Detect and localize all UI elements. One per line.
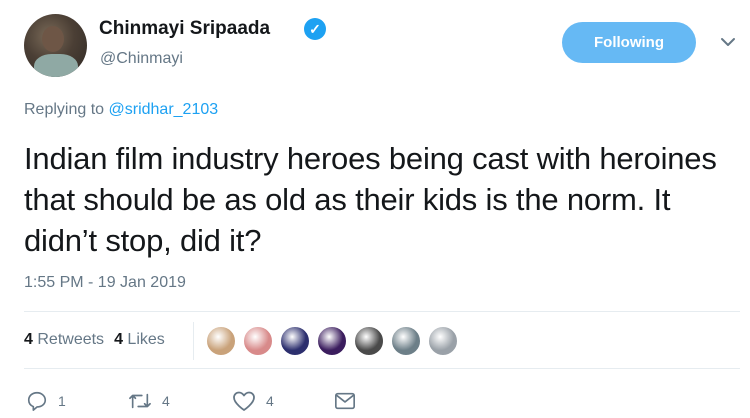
reply-context: Replying to @sridhar_2103	[24, 101, 218, 119]
tweet-stats: 4 Retweets 4 Likes	[24, 331, 165, 349]
liker-avatar[interactable]	[390, 325, 422, 357]
reply-prefix: Replying to	[24, 101, 109, 118]
likes-count: 4	[114, 331, 123, 348]
like-button[interactable]: 4	[232, 389, 274, 413]
liker-avatar[interactable]	[316, 325, 348, 357]
tweet-text: Indian film industry heroes being cast w…	[24, 141, 717, 258]
liker-avatar[interactable]	[242, 325, 274, 357]
retweets-count: 4	[24, 331, 33, 348]
chevron-down-icon[interactable]	[718, 32, 738, 52]
likes-label: Likes	[127, 331, 165, 348]
reply-count: 1	[58, 393, 66, 409]
stats-separator	[193, 322, 194, 360]
envelope-icon	[335, 392, 355, 410]
liker-avatar[interactable]	[427, 325, 459, 357]
tweet-timestamp[interactable]: 1:55 PM - 19 Jan 2019	[24, 274, 186, 292]
liker-avatar[interactable]	[279, 325, 311, 357]
likes-stat[interactable]: 4 Likes	[114, 331, 165, 348]
liker-avatar[interactable]	[205, 325, 237, 357]
liker-avatar[interactable]	[353, 325, 385, 357]
following-button[interactable]: Following	[562, 22, 696, 63]
reply-button[interactable]: 1	[26, 389, 66, 413]
author-avatar[interactable]	[24, 14, 87, 77]
direct-message-button[interactable]	[334, 389, 356, 413]
heart-icon	[233, 391, 255, 411]
verified-badge-icon: ✓	[304, 18, 326, 40]
retweet-icon	[129, 393, 151, 409]
reply-icon	[27, 391, 47, 411]
retweet-button[interactable]: 4	[128, 389, 170, 413]
retweet-count: 4	[162, 393, 170, 409]
avatar-face	[42, 26, 64, 52]
avatar-scarf	[34, 54, 78, 77]
author-handle[interactable]: @Chinmayi	[100, 50, 183, 68]
author-name[interactable]: Chinmayi Sripaada	[99, 18, 270, 40]
like-count: 4	[266, 393, 274, 409]
retweets-stat[interactable]: 4 Retweets	[24, 331, 104, 348]
retweets-label: Retweets	[37, 331, 105, 348]
divider	[24, 368, 740, 369]
tweet-actions: 1 4 4	[24, 389, 424, 415]
reply-mention-link[interactable]: @sridhar_2103	[109, 101, 219, 118]
divider	[24, 311, 740, 312]
